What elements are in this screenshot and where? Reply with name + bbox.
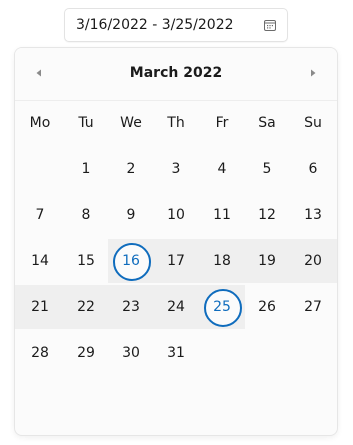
day-number: 14 [31,253,49,269]
calendar-day[interactable]: 18 [199,238,245,284]
weekday-label: Mo [29,115,51,131]
day-number: 10 [167,207,185,223]
day-number: 26 [258,299,276,315]
calendar-day[interactable]: 29 [63,330,109,376]
calendar-day[interactable]: 27 [290,284,336,330]
calendar-header: March 2022 [15,48,337,101]
triangle-right-icon [311,69,316,77]
day-number: 18 [213,253,231,269]
day-number: 25 [213,299,231,315]
calendar-day[interactable]: 9 [108,192,154,238]
calendar-day[interactable]: 6 [290,146,336,192]
day-number: 11 [213,207,231,223]
date-range-input[interactable]: 3/16/2022 - 3/25/2022 [64,8,288,42]
calendar-day[interactable]: 11 [199,192,245,238]
day-number: 21 [31,299,49,315]
calendar-day[interactable]: 30 [108,330,154,376]
weekday-label: Tu [78,115,94,131]
weekday-label: Th [167,115,185,131]
range-end-day[interactable]: 25 [199,284,245,330]
calendar-day[interactable]: 8 [63,192,109,238]
week-row: 1 2 3 4 5 6 [15,146,337,192]
weekday-header-row: Mo Tu We Th Fr Sa Su [15,100,337,146]
day-number: 28 [31,345,49,361]
calendar-day[interactable]: 26 [244,284,290,330]
calendar-day[interactable]: 14 [17,238,63,284]
weekday-label: We [120,115,142,131]
calendar-popup: March 2022 Mo Tu We Th Fr Sa Su 1 2 3 4 5 6 7 8 9 10 11 1… [14,47,338,436]
day-number: 3 [171,161,181,177]
day-number: 9 [126,207,136,223]
calendar-day[interactable]: 1 [63,146,109,192]
day-number: 8 [81,207,91,223]
day-number: 29 [77,345,95,361]
day-number: 1 [81,161,91,177]
calendar-day[interactable]: 19 [244,238,290,284]
day-number: 16 [122,253,140,269]
week-row: 14 15 16 17 18 19 20 [15,238,337,284]
calendar-day[interactable]: 4 [199,146,245,192]
day-number: 5 [262,161,272,177]
calendar-day[interactable]: 20 [290,238,336,284]
calendar-day[interactable]: 2 [108,146,154,192]
calendar-day[interactable]: 23 [108,284,154,330]
day-number: 22 [77,299,95,315]
day-number: 24 [167,299,185,315]
calendar-day[interactable]: 15 [63,238,109,284]
calendar-day[interactable]: 17 [153,238,199,284]
date-range-value: 3/16/2022 - 3/25/2022 [76,17,234,33]
day-number: 6 [308,161,318,177]
calendar-icon[interactable] [263,18,277,32]
calendar-day[interactable]: 13 [290,192,336,238]
week-row: 28 29 30 31 [15,330,337,376]
day-number: 30 [122,345,140,361]
day-number: 31 [167,345,185,361]
calendar-day[interactable]: 31 [153,330,199,376]
day-number: 13 [304,207,322,223]
month-title[interactable]: March 2022 [15,65,337,81]
day-number: 20 [304,253,322,269]
week-row: 7 8 9 10 11 12 13 [15,192,337,238]
calendar-day[interactable]: 12 [244,192,290,238]
day-number: 19 [258,253,276,269]
calendar-day[interactable]: 10 [153,192,199,238]
week-row: 21 22 23 24 25 26 27 [15,284,337,330]
calendar-day[interactable]: 24 [153,284,199,330]
next-month-button[interactable] [305,65,321,81]
calendar-day[interactable]: 22 [63,284,109,330]
day-number: 15 [77,253,95,269]
weekday-label: Fr [215,115,229,131]
calendar-day[interactable]: 7 [17,192,63,238]
day-number: 27 [304,299,322,315]
calendar-day[interactable]: 21 [17,284,63,330]
calendar-day[interactable]: 28 [17,330,63,376]
day-number: 7 [35,207,45,223]
calendar-day[interactable]: 5 [244,146,290,192]
weekday-label: Sa [258,115,276,131]
weekday-label: Su [304,115,322,131]
calendar-day[interactable]: 3 [153,146,199,192]
day-number: 12 [258,207,276,223]
day-number: 2 [126,161,136,177]
day-number: 23 [122,299,140,315]
day-number: 4 [217,161,227,177]
range-start-day[interactable]: 16 [108,238,154,284]
day-number: 17 [167,253,185,269]
